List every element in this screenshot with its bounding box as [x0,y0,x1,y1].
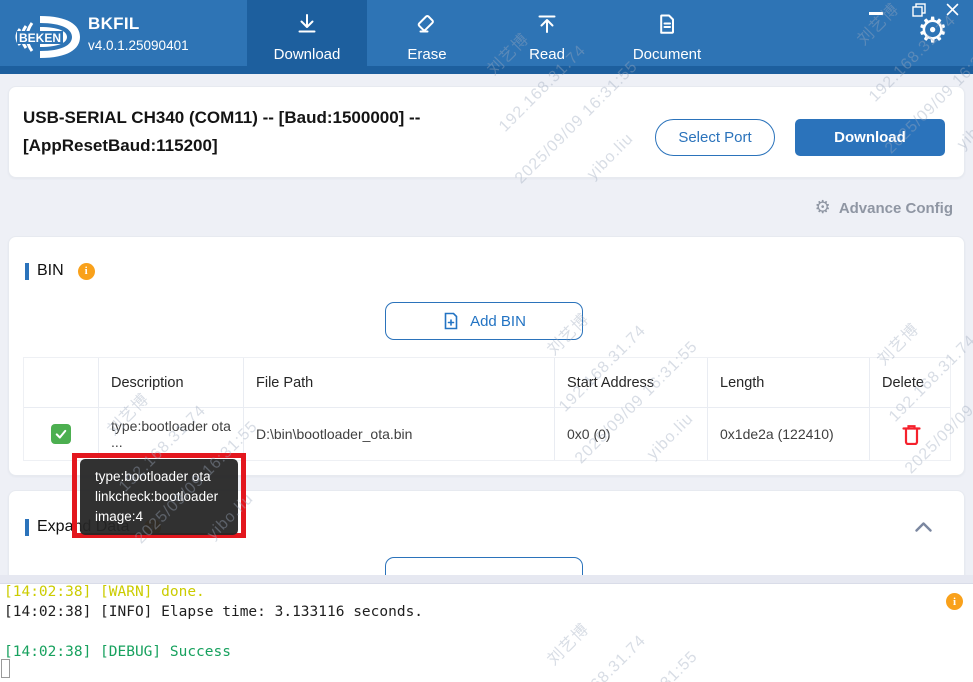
description-line2: ... [111,434,123,450]
col-length: Length [708,358,870,407]
section-accent-bar [25,518,29,536]
app-title: BKFIL v4.0.1.25090401 [88,14,189,53]
description-line1: type:bootloader ota [111,418,231,434]
upload-icon [535,12,559,41]
advance-config[interactable]: ⚙ Advance Config [815,199,953,217]
log-lines: [14:02:38] [WARN] done. [14:02:38] [INFO… [4,582,423,662]
log-line-info: [14:02:38] [INFO] Elapse time: 3.133116 … [4,604,424,620]
delete-trash-icon[interactable] [901,424,921,445]
tab-erase[interactable]: Erase [367,0,487,74]
add-bin-label: Add BIN [470,312,526,330]
bin-section-title: BIN [37,262,64,279]
log-line-blank [4,622,423,642]
tab-download-label: Download [273,45,341,63]
title-bar-accent-strip [0,66,973,74]
tab-document[interactable]: Document [607,0,727,74]
collapse-chevron-icon[interactable] [915,519,932,537]
cell-length: 0x1de2a (122410) [708,408,870,460]
bin-table: Description File Path Start Address Leng… [23,357,951,461]
col-description: Description [99,358,244,407]
log-info-icon[interactable]: i [946,593,963,610]
tooltip-line: image:4 [95,509,144,524]
bin-section-header: BIN i [25,262,95,280]
tab-download[interactable]: Download [247,0,367,74]
description-tooltip: type:bootloader ota linkcheck:bootloader… [80,459,238,535]
cell-description: type:bootloader ota ... [99,408,244,460]
log-line-debug: [14:02:38] [DEBUG] Success [4,644,231,660]
cell-start-address: 0x0 (0) [555,408,708,460]
add-bin-button[interactable]: Add BIN [385,302,583,340]
row-checkbox[interactable] [51,424,71,444]
cell-file-path: D:\bin\bootloader_ota.bin [244,408,555,460]
settings-gear-icon[interactable]: ⚙ [917,11,948,51]
bin-table-header-row: Description File Path Start Address Leng… [24,358,950,408]
tab-read-label: Read [529,45,565,63]
document-icon [655,12,679,41]
main-nav: Download Erase Read Document [247,0,727,74]
connection-card: USB-SERIAL CH340 (COM11) -- [Baud:150000… [8,86,965,178]
table-row: type:bootloader ota ... D:\bin\bootloade… [24,408,950,460]
tab-document-label: Document [632,45,702,63]
col-file-path: File Path [244,358,555,407]
terminal-cursor [1,659,10,678]
file-plus-icon [442,312,460,330]
log-panel[interactable]: [14:02:38] [WARN] done. [14:02:38] [INFO… [0,575,973,682]
tab-read[interactable]: Read [487,0,607,74]
tooltip-line: type:bootloader ota [95,469,211,484]
col-start-address: Start Address [555,358,708,407]
app-version: v4.0.1.25090401 [88,38,189,53]
bin-section-card: BIN i Add BIN Description File Path Star… [8,236,965,476]
tab-erase-label: Erase [407,45,447,63]
eraser-icon [415,12,439,41]
gear-icon: ⚙ [814,197,831,218]
beken-logo: BEKEN [10,13,84,66]
minimize-button[interactable] [869,12,883,15]
port-info-title: USB-SERIAL CH340 (COM11) -- [Baud:150000… [23,108,421,155]
title-bar: BEKEN BKFIL v4.0.1.25090401 Download Era… [0,0,973,74]
log-line-warn: [14:02:38] [WARN] done. [4,584,205,600]
tooltip-line: linkcheck:bootloader [95,489,219,504]
section-accent-bar [25,262,29,280]
select-port-button[interactable]: Select Port [655,119,775,156]
col-delete: Delete [882,374,924,391]
info-icon[interactable]: i [77,262,95,280]
app-name: BKFIL [88,14,140,33]
advance-config-label: Advance Config [838,199,953,217]
col-select [24,358,99,407]
download-button[interactable]: Download [795,119,945,156]
download-icon [295,12,319,41]
logo-text: BEKEN [19,31,61,45]
